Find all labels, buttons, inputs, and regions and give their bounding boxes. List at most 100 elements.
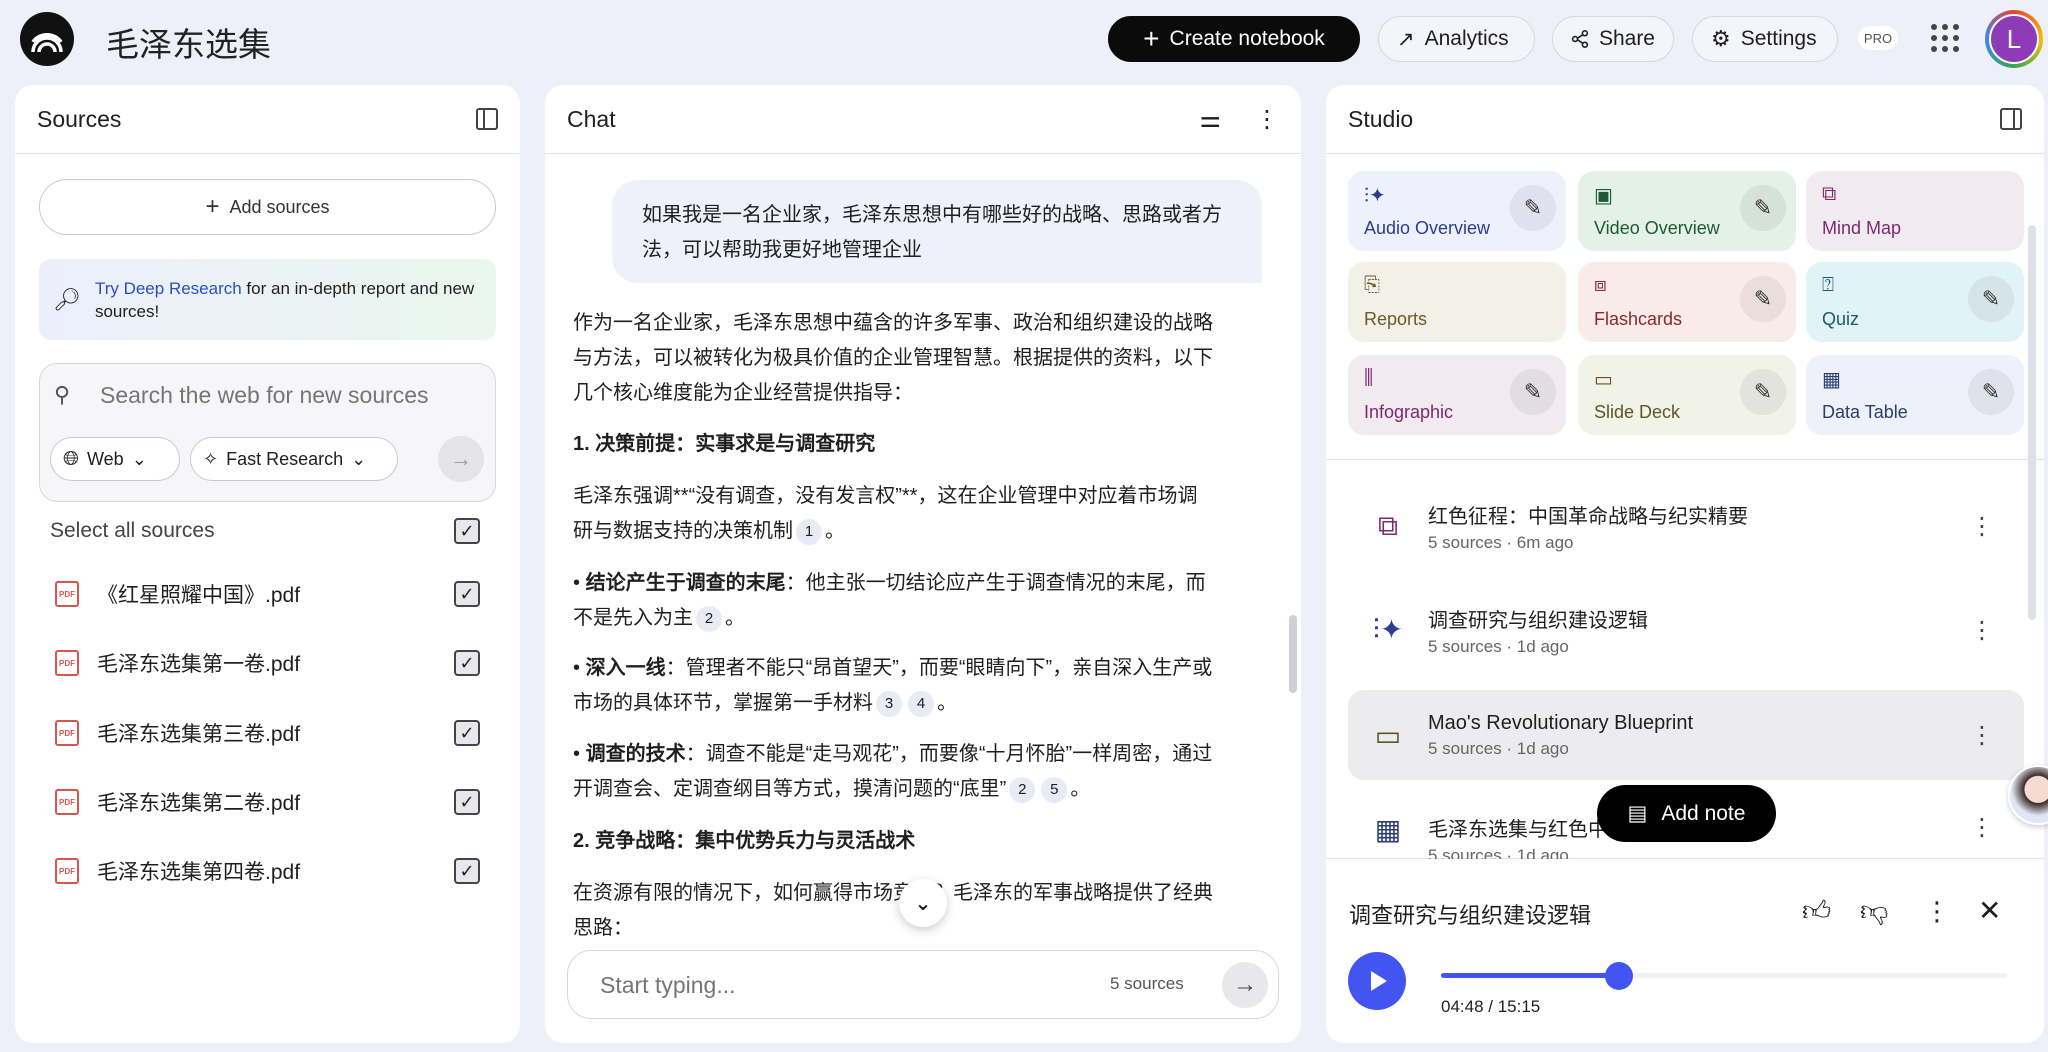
- create-notebook-button[interactable]: + Create notebook: [1108, 16, 1360, 62]
- add-sources-button[interactable]: + Add sources: [39, 179, 496, 235]
- studio-tool-reports[interactable]: ⎘ Reports: [1348, 262, 1566, 342]
- chat-input[interactable]: [600, 967, 1080, 1003]
- deep-research-link[interactable]: Try Deep Research: [95, 279, 242, 298]
- source-item[interactable]: PDF 毛泽东选集第四卷.pdf ✓: [55, 851, 480, 891]
- studio-tool-video-overview[interactable]: ▣ Video Overview ✎: [1578, 171, 1796, 251]
- globe-icon: 🌐︎: [63, 447, 79, 470]
- more-vert-icon[interactable]: ⋮: [1970, 721, 1994, 750]
- studio-scrollbar[interactable]: [2028, 225, 2036, 620]
- edit-pencil-icon[interactable]: ✎: [1968, 276, 2014, 322]
- note-icon: ▤: [1627, 802, 1648, 825]
- studio-tool-mind-map[interactable]: ⧉ Mind Map: [1806, 171, 2024, 251]
- scrollbar-thumb[interactable]: [1289, 615, 1297, 693]
- studio-tool-audio-overview[interactable]: ⫶✦ Audio Overview ✎: [1348, 171, 1566, 251]
- response-paragraph: 在资源有限的情况下，如何赢得市场竞争？毛泽东的军事战略提供了经典思路：: [573, 882, 1213, 939]
- share-button[interactable]: Share: [1552, 16, 1674, 62]
- edit-pencil-icon[interactable]: ✎: [1968, 369, 2014, 415]
- source-checkbox[interactable]: ✓: [454, 789, 480, 815]
- source-checkbox[interactable]: ✓: [454, 581, 480, 607]
- citation-chip[interactable]: 2: [1009, 776, 1036, 803]
- play-button[interactable]: [1348, 952, 1406, 1010]
- add-note-button[interactable]: ▤ Add note: [1597, 785, 1776, 842]
- citation-chip[interactable]: 5: [1041, 776, 1068, 803]
- app-logo[interactable]: [20, 12, 74, 66]
- edit-pencil-icon[interactable]: ✎: [1510, 185, 1556, 231]
- note-item[interactable]: ⫶✦ 调查研究与组织建设逻辑 5 sources · 1d ago ⋮: [1348, 585, 2024, 675]
- response-heading-1: 1. 决策前提：实事求是与调查研究: [573, 433, 876, 455]
- edit-pencil-icon[interactable]: ✎: [1510, 369, 1556, 415]
- source-item[interactable]: PDF 《红星照耀中国》.pdf ✓: [55, 574, 480, 614]
- fast-research-dropdown[interactable]: ✧ Fast Research ⌄: [190, 437, 398, 481]
- note-item[interactable]: ▭ Mao's Revolutionary Blueprint 5 sources …: [1348, 690, 2024, 780]
- select-all-checkbox[interactable]: ✓: [454, 518, 480, 544]
- citation-chip[interactable]: 3: [876, 690, 902, 717]
- close-icon[interactable]: ✕: [1978, 894, 2001, 927]
- tool-label: Reports: [1364, 309, 1428, 329]
- source-checkbox[interactable]: ✓: [454, 650, 480, 676]
- notebook-title[interactable]: 毛泽东选集: [106, 18, 271, 66]
- share-icon: [1571, 30, 1589, 48]
- source-checkbox[interactable]: ✓: [454, 720, 480, 746]
- studio-tool-slide-deck[interactable]: ▭ Slide Deck ✎: [1578, 355, 1796, 435]
- more-vert-icon[interactable]: ⋮: [1924, 896, 1950, 927]
- chevron-down-icon: ⌄: [351, 448, 367, 469]
- more-vert-icon[interactable]: ⋮: [1970, 512, 1994, 541]
- progress-fill: [1441, 973, 1620, 978]
- source-item[interactable]: PDF 毛泽东选集第二卷.pdf ✓: [55, 782, 480, 822]
- playback-time: 04:48 / 15:15: [1441, 997, 1541, 1016]
- analytics-button[interactable]: ↗ Analytics: [1378, 16, 1535, 62]
- settings-button[interactable]: ⚙ Settings: [1692, 16, 1838, 62]
- thumbs-up-icon[interactable]: 👍︎: [1802, 894, 1831, 928]
- thumbs-down-icon[interactable]: 👎︎: [1860, 894, 1888, 928]
- more-vert-icon[interactable]: ⋮: [1970, 813, 1994, 842]
- studio-tool-infographic[interactable]: ⫼ Infographic ✎: [1348, 355, 1566, 435]
- table-icon: ▦: [1374, 814, 1402, 845]
- citation-chip[interactable]: 2: [696, 605, 722, 632]
- sources-panel: Sources + Add sources 🔎︎ Try Deep Researc…: [15, 85, 520, 1043]
- collapse-panel-icon[interactable]: [2000, 108, 2022, 130]
- more-vert-icon[interactable]: ⋮: [1970, 616, 1994, 645]
- response-intro: 作为一名企业家，毛泽东思想中蕴含的许多军事、政治和组织建设的战略与方法，可以被转…: [573, 312, 1213, 404]
- more-vert-icon[interactable]: ⋮: [1255, 105, 1279, 134]
- source-item[interactable]: PDF 毛泽东选集第三卷.pdf ✓: [55, 713, 480, 753]
- edit-pencil-icon[interactable]: ✎: [1740, 185, 1786, 231]
- response-paragraph: 毛泽东强调**“没有调查，没有发言权”**，这在企业管理中对应着市场调研与数据支…: [573, 479, 1213, 549]
- source-item[interactable]: PDF 毛泽东选集第一卷.pdf ✓: [55, 643, 480, 683]
- tune-icon[interactable]: ⚌: [1199, 105, 1221, 134]
- scroll-down-button[interactable]: ⌄: [899, 879, 947, 927]
- sources-title: Sources: [37, 105, 122, 132]
- chat-input-box[interactable]: 5 sources →: [567, 950, 1279, 1019]
- sources-count: 5 sources: [1110, 974, 1184, 993]
- report-icon: ⎘: [1364, 274, 1380, 296]
- tool-label: Quiz: [1822, 309, 1860, 329]
- chat-title: Chat: [567, 105, 616, 132]
- edit-pencil-icon[interactable]: ✎: [1740, 369, 1786, 415]
- select-all-row[interactable]: Select all sources ✓: [50, 511, 480, 551]
- pdf-icon: PDF: [55, 858, 79, 884]
- web-search-box: ⚲ 🌐︎Web⌄ ✧Fast Research⌄ →: [39, 363, 496, 502]
- note-item[interactable]: ⧉ 红色征程：中国革命战略与纪实精要 5 sources · 6m ago ⋮: [1348, 481, 2024, 571]
- edit-pencil-icon[interactable]: ✎: [1740, 276, 1786, 322]
- send-button[interactable]: →: [1222, 962, 1268, 1008]
- search-input[interactable]: [100, 378, 480, 412]
- pdf-icon: PDF: [55, 650, 79, 676]
- citation-chip[interactable]: 4: [908, 690, 934, 717]
- citation-chip[interactable]: 1: [796, 518, 822, 545]
- studio-tool-flashcards[interactable]: ⧈ Flashcards ✎: [1578, 262, 1796, 342]
- collapse-panel-icon[interactable]: [476, 108, 498, 130]
- apps-grid-icon[interactable]: [1931, 24, 1959, 52]
- trending-icon: ↗: [1397, 27, 1415, 51]
- studio-tool-data-table[interactable]: ▦ Data Table ✎: [1806, 355, 2024, 435]
- web-dropdown[interactable]: 🌐︎ Web ⌄: [50, 437, 180, 481]
- plus-icon: +: [1143, 23, 1160, 54]
- tool-label: Flashcards: [1594, 309, 1683, 329]
- submit-search-button[interactable]: →: [438, 436, 484, 482]
- studio-tool-quiz[interactable]: ⍰ Quiz ✎: [1806, 262, 2024, 342]
- user-avatar[interactable]: L: [1985, 10, 2043, 68]
- deep-research-banner[interactable]: 🔎︎ Try Deep Research for an in-depth rep…: [39, 259, 496, 340]
- source-checkbox[interactable]: ✓: [454, 858, 480, 884]
- audio-progress-slider[interactable]: [1441, 962, 2007, 990]
- gear-icon: ⚙: [1711, 26, 1731, 51]
- response-bullet: • 调查的技术：调查不能是“走马观花”，而要像“十月怀胎”一样周密，通过开调查会…: [573, 737, 1213, 807]
- magnifier-icon: 🔎︎: [53, 286, 81, 312]
